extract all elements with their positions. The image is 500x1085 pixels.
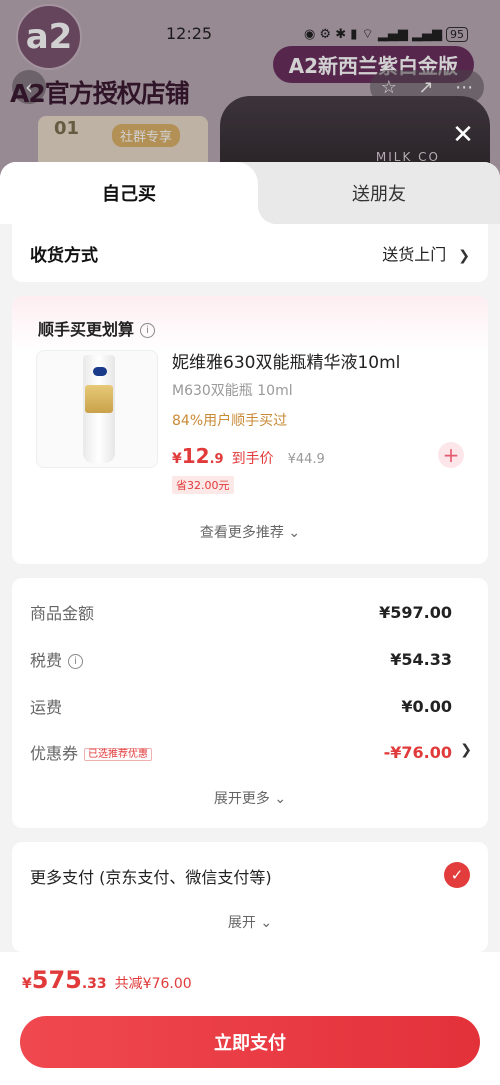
summary-row-tax: 税费 i ¥54.33 [30, 647, 452, 671]
addon-product-title[interactable]: 妮维雅630双能瓶精华液10ml [172, 348, 400, 373]
addon-product-rate: 84%用户顺手买过 [172, 413, 288, 429]
summary-key: 税费 [30, 651, 63, 670]
coupon-tag: 已选推荐优惠 [84, 748, 153, 761]
chevron-down-icon: ⌄ [260, 915, 273, 931]
summary-key: 商品金额 [30, 604, 95, 623]
delivery-method-label: 收货方式 [30, 245, 98, 266]
checkout-sheet: 自己买 送朋友 收货方式 送货上门 ❯ 顺手买更划算 i 妮维雅630双能瓶精华液1… [0, 162, 500, 1085]
total-dec: .33 [81, 976, 107, 992]
payment-expand-link[interactable]: 展开 ⌄ [12, 912, 488, 932]
tube-logo [93, 367, 107, 376]
summary-value: ¥597.00 [379, 602, 452, 622]
checkout-footer: ¥ 575 .33 共减¥76.00 立即支付 [0, 952, 500, 1085]
total-int: 575 [31, 966, 82, 994]
chevron-down-icon: ⌄ [274, 791, 287, 807]
addon-original-price: ¥44.9 [287, 452, 325, 467]
chevron-right-icon: ❯ [458, 248, 470, 264]
currency-symbol: ¥ [22, 976, 32, 992]
summary-key: 运费 [30, 698, 63, 717]
addon-savings-badge: 省32.00元 [172, 476, 234, 494]
summary-key-coupon: 优惠券 已选推荐优惠 [30, 740, 153, 764]
total-discount: 共减¥76.00 [114, 976, 192, 992]
addon-title: 顺手买更划算 [38, 320, 135, 339]
tube-label [85, 385, 113, 413]
addon-price-dec: .9 [209, 452, 224, 467]
delivery-method-row[interactable]: 收货方式 送货上门 ❯ [12, 224, 488, 282]
info-icon[interactable]: i [68, 654, 84, 669]
summary-row-goods: 商品金额 ¥597.00 [30, 600, 452, 624]
addon-recommendation: 顺手买更划算 i 妮维雅630双能瓶精华液10ml M630双能瓶 10ml 84… [12, 296, 488, 564]
payment-method-label: 更多支付 (京东支付、微信支付等) [30, 868, 272, 887]
checkmark-icon[interactable]: ✓ [444, 862, 470, 888]
addon-product-spec: M630双能瓶 10ml [172, 383, 293, 399]
delivery-method-value: 送货上门 [382, 245, 447, 264]
addon-product-image[interactable] [36, 350, 158, 468]
addon-price-label: 到手价 [231, 451, 274, 467]
summary-row-shipping: 运费 ¥0.00 [30, 694, 452, 718]
addon-price-int: 12 [181, 444, 210, 468]
close-icon[interactable]: ✕ [448, 120, 478, 150]
tab-gift-friend[interactable]: 送朋友 [258, 162, 500, 224]
payment-expand-label: 展开 [227, 915, 256, 931]
summary-key: 优惠券 [30, 744, 79, 763]
expand-more-link[interactable]: 展开更多 ⌄ [12, 788, 488, 808]
order-summary: 商品金额 ¥597.00 税费 i ¥54.33 运费 ¥0.00 优惠券 已选推荐… [12, 578, 488, 828]
delivery-method-value-wrap: 送货上门 ❯ [382, 241, 470, 265]
summary-value: ¥54.33 [390, 649, 452, 669]
tab-buy-for-self[interactable]: 自己买 [0, 162, 276, 224]
summary-value: ¥0.00 [401, 696, 452, 716]
addon-heading: 顺手买更划算 i [38, 316, 156, 340]
expand-more-label: 展开更多 [213, 791, 270, 807]
summary-row-coupon[interactable]: 优惠券 已选推荐优惠 -¥76.00 [30, 740, 452, 764]
more-recommendations-link[interactable]: 查看更多推荐 ⌄ [12, 522, 488, 542]
serum-tube-image [83, 355, 115, 463]
pay-now-button[interactable]: 立即支付 [20, 1016, 480, 1068]
purchase-tabs: 自己买 送朋友 [0, 162, 500, 224]
addon-price-row: ¥12.9 到手价 ¥44.9 [172, 444, 325, 468]
info-icon[interactable]: i [140, 323, 156, 338]
chevron-down-icon: ⌄ [288, 525, 301, 541]
add-addon-button[interactable]: + [438, 442, 464, 468]
more-recommendations-label: 查看更多推荐 [199, 525, 284, 541]
summary-value: -¥76.00 [383, 742, 452, 762]
payment-method[interactable]: 更多支付 (京东支付、微信支付等) ✓ 展开 ⌄ [12, 842, 488, 952]
summary-key-tax: 税费 i [30, 647, 84, 671]
chevron-right-icon[interactable]: ❯ [460, 742, 472, 758]
addon-price: ¥12.9 [172, 444, 224, 468]
total-price: ¥ 575 .33 共减¥76.00 [22, 966, 192, 994]
